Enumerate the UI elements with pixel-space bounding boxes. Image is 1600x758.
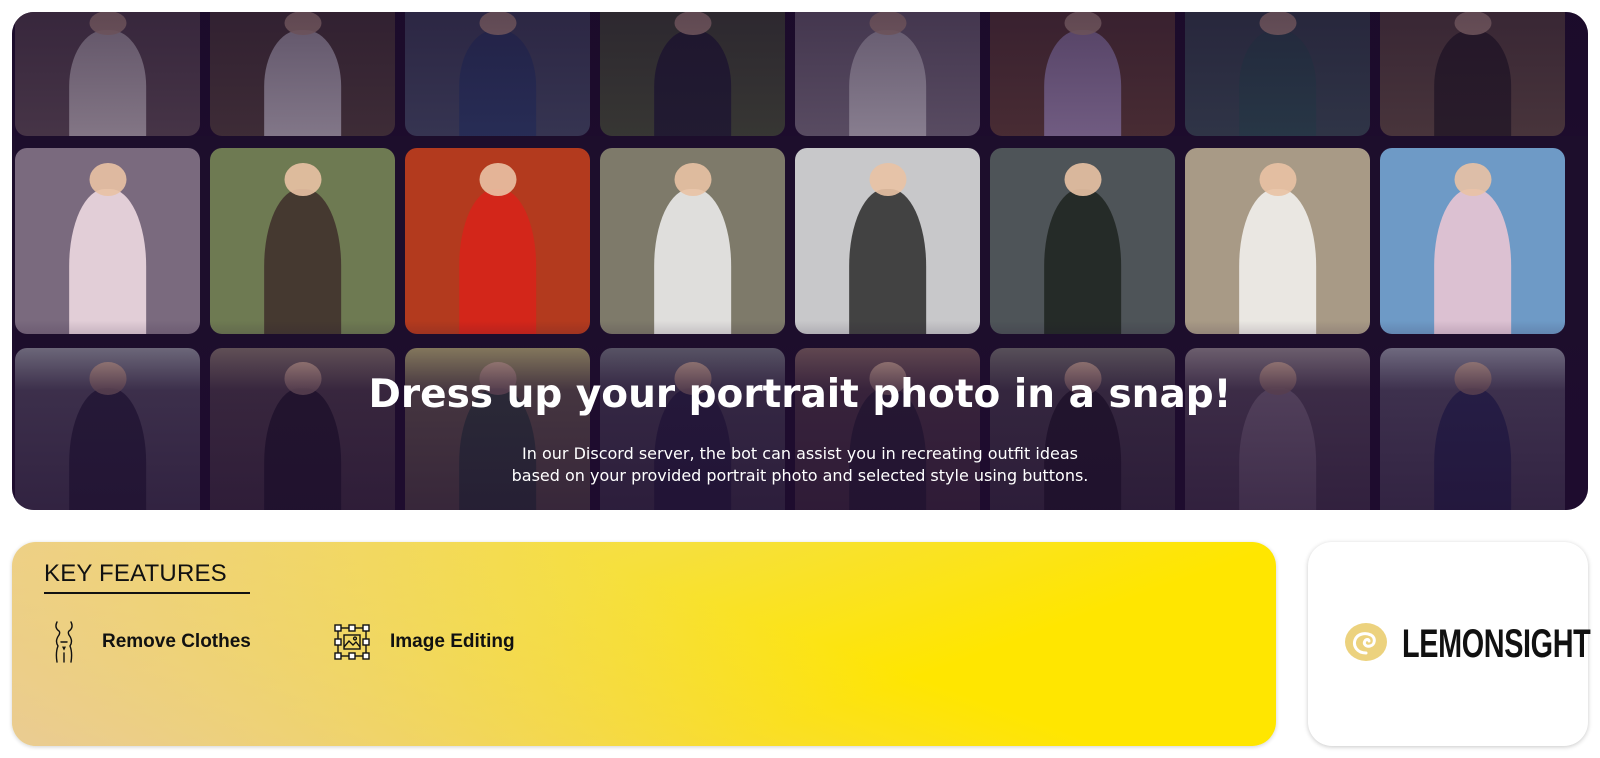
feature-label: Remove Clothes	[102, 631, 251, 652]
feature-remove-clothes[interactable]: Remove Clothes	[44, 620, 251, 664]
lemon-spiral-icon	[1344, 622, 1388, 667]
feature-label: Image Editing	[390, 631, 515, 652]
brand-logo[interactable]: LEMONSIGHT	[1344, 622, 1600, 667]
key-features-heading: KEY FEATURES	[44, 560, 250, 594]
hero-title: Dress up your portrait photo in a snap!	[368, 372, 1232, 417]
feature-image-editing[interactable]: Image Editing	[332, 620, 515, 664]
hero-description: In our Discord server, the bot can assis…	[12, 443, 1588, 487]
key-features-panel: KEY FEATURES Remove Clothes Image Editin…	[12, 542, 1276, 746]
hero-banner: Dress up your portrait photo in a snap! …	[12, 12, 1588, 510]
brand-card[interactable]: LEMONSIGHT	[1308, 542, 1591, 746]
hero-description-line: In our Discord server, the bot can assis…	[522, 444, 1078, 463]
image-edit-icon	[332, 620, 372, 664]
hero-description-line: based on your provided portrait photo an…	[511, 466, 1089, 485]
brand-name: LEMONSIGHT	[1402, 622, 1591, 666]
body-silhouette-icon	[44, 620, 84, 664]
